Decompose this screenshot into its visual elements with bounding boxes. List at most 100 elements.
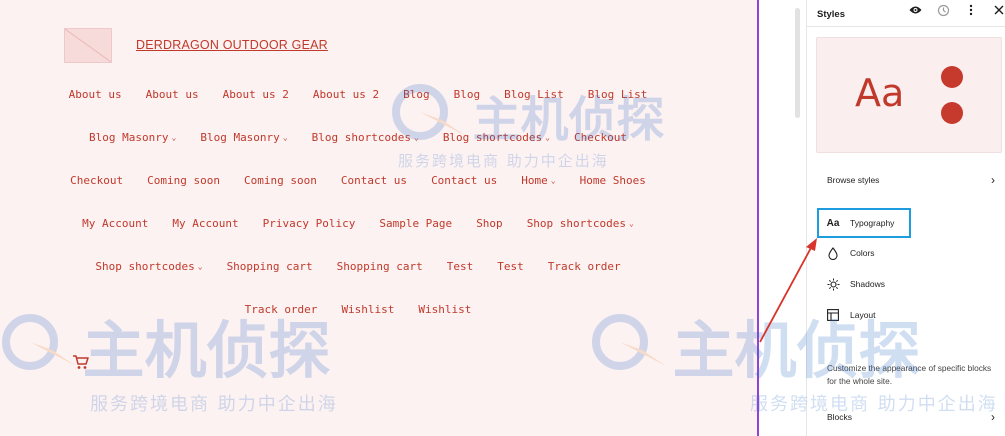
nav-item[interactable]: About us bbox=[146, 84, 199, 106]
nav-item[interactable]: Coming soon bbox=[147, 170, 220, 192]
nav-item-label: About us 2 bbox=[312, 88, 380, 101]
nav-item-label: Blog Masonry bbox=[200, 131, 280, 144]
nav-item-label: Blog bbox=[403, 88, 430, 101]
shadows-icon bbox=[826, 277, 840, 291]
panel-header-actions bbox=[908, 3, 1005, 17]
menu-item-label: Colors bbox=[850, 248, 875, 258]
customize-description: Customize the appearance of specific blo… bbox=[827, 363, 992, 386]
nav-item[interactable]: Test bbox=[497, 256, 524, 278]
colors-icon bbox=[826, 246, 840, 260]
nav-item-label: Checkout bbox=[573, 131, 627, 144]
nav-item[interactable]: Blog shortcodes ⌄ bbox=[443, 127, 550, 149]
nav-item-label: Shop bbox=[476, 217, 503, 230]
site-navigation: About us About us About us 2 About us 2 Blog… bbox=[60, 84, 656, 321]
nav-item[interactable]: My Account bbox=[172, 213, 238, 235]
nav-item[interactable]: Blog shortcodes ⌄ bbox=[312, 127, 419, 149]
chevron-down-icon: ⌄ bbox=[171, 133, 177, 142]
nav-item[interactable]: Blog Masonry ⌄ bbox=[200, 127, 287, 149]
nav-item-label: Home bbox=[521, 174, 548, 187]
menu-item-label: Typography bbox=[850, 218, 895, 228]
menu-item-layout[interactable]: Layout bbox=[826, 304, 876, 326]
nav-item[interactable]: Wishlist bbox=[418, 299, 471, 321]
nav-item[interactable]: Home Shoes bbox=[580, 170, 646, 192]
nav-item[interactable]: Wishlist bbox=[341, 299, 394, 321]
nav-item[interactable]: Privacy Policy bbox=[263, 213, 356, 235]
nav-item-label: Coming soon bbox=[243, 174, 317, 187]
browse-styles-button[interactable]: Browse styles › bbox=[817, 168, 995, 192]
nav-item-label: Blog shortcodes bbox=[442, 131, 543, 144]
nav-item-label: Blog List bbox=[504, 88, 564, 101]
nav-item-label: Shop shortcodes bbox=[95, 260, 195, 273]
nav-item-label: Wishlist bbox=[418, 303, 472, 316]
nav-item-label: Blog List bbox=[587, 88, 648, 101]
close-icon[interactable] bbox=[992, 3, 1005, 17]
site-logo-placeholder[interactable] bbox=[64, 28, 112, 63]
eye-icon[interactable] bbox=[908, 3, 922, 17]
nav-item[interactable]: Sample Page bbox=[379, 213, 452, 235]
chevron-right-icon: › bbox=[991, 410, 995, 424]
nav-item-label: Contact us bbox=[340, 174, 408, 187]
menu-item-colors[interactable]: Colors bbox=[826, 242, 875, 264]
chevron-down-icon: ⌄ bbox=[545, 133, 550, 142]
menu-item-label: Layout bbox=[850, 310, 876, 320]
nav-item-label: Privacy Policy bbox=[262, 217, 356, 230]
nav-item[interactable]: Shop shortcodes ⌄ bbox=[527, 213, 634, 235]
chevron-down-icon: ⌄ bbox=[629, 219, 634, 228]
watermark-small-text: 服务跨境电商 助力中企出海 bbox=[90, 394, 338, 415]
site-title-link[interactable]: DERDRAGON OUTDOOR GEAR bbox=[136, 38, 328, 52]
nav-item-label: My Account bbox=[82, 217, 149, 230]
menu-item-typography[interactable]: Aa Typography bbox=[826, 212, 895, 234]
nav-item[interactable]: Checkout bbox=[574, 127, 627, 149]
menu-item-shadows[interactable]: Shadows bbox=[826, 273, 885, 295]
nav-item[interactable]: Blog List bbox=[588, 84, 648, 106]
browse-styles-label: Browse styles bbox=[827, 175, 880, 185]
header-divider bbox=[806, 26, 1005, 27]
nav-item-label: Contact us bbox=[431, 174, 498, 187]
chevron-right-icon: › bbox=[991, 173, 995, 187]
chevron-down-icon: ⌄ bbox=[413, 133, 419, 142]
revisions-icon[interactable] bbox=[936, 3, 950, 17]
preview-typography-sample: Aa bbox=[855, 71, 905, 115]
chevron-down-icon: ⌄ bbox=[197, 262, 203, 271]
nav-item[interactable]: Shop bbox=[476, 213, 503, 235]
nav-item[interactable]: Shop shortcodes ⌄ bbox=[95, 256, 202, 278]
nav-item-label: Shopping cart bbox=[226, 260, 313, 273]
nav-item[interactable]: Contact us bbox=[341, 170, 407, 192]
nav-item-label: Test bbox=[446, 260, 474, 273]
nav-item-label: Coming soon bbox=[147, 174, 220, 187]
nav-item-label: Sample Page bbox=[379, 217, 453, 230]
nav-item-label: Blog shortcodes bbox=[311, 131, 411, 144]
nav-item[interactable]: Contact us bbox=[431, 170, 497, 192]
nav-item[interactable]: Test bbox=[447, 256, 474, 278]
canvas-scrollbar[interactable] bbox=[795, 8, 800, 118]
nav-item[interactable]: Blog bbox=[403, 84, 430, 106]
nav-item[interactable]: Track order bbox=[245, 299, 318, 321]
nav-item-label: Test bbox=[497, 260, 524, 273]
nav-item[interactable]: Home ⌄ bbox=[521, 170, 555, 192]
chevron-down-icon: ⌄ bbox=[282, 133, 288, 142]
nav-item-label: Home Shoes bbox=[579, 174, 646, 187]
nav-item[interactable]: My Account bbox=[82, 213, 148, 235]
nav-item[interactable]: About us bbox=[69, 84, 122, 106]
site-canvas[interactable]: DERDRAGON OUTDOOR GEAR About us About us A… bbox=[0, 0, 758, 436]
nav-item-label: About us bbox=[68, 88, 122, 101]
blocks-button[interactable]: Blocks › bbox=[817, 406, 995, 428]
nav-item-label: Blog Masonry bbox=[89, 131, 169, 144]
nav-item[interactable]: About us 2 bbox=[313, 84, 379, 106]
nav-item-label: About us bbox=[145, 88, 199, 101]
nav-item[interactable]: Shopping cart bbox=[227, 256, 313, 278]
style-preview-card[interactable]: Aa bbox=[816, 37, 1002, 153]
nav-item[interactable]: Blog List bbox=[504, 84, 564, 106]
nav-item[interactable]: Coming soon bbox=[244, 170, 317, 192]
nav-item[interactable]: Checkout bbox=[70, 170, 123, 192]
nav-item[interactable]: Blog Masonry ⌄ bbox=[89, 127, 176, 149]
nav-item[interactable]: Shopping cart bbox=[337, 256, 423, 278]
preview-color-swatch bbox=[941, 102, 963, 124]
nav-item-label: Blog bbox=[453, 88, 481, 101]
layout-icon bbox=[826, 308, 840, 322]
more-options-icon[interactable] bbox=[964, 3, 978, 17]
nav-item[interactable]: Blog bbox=[454, 84, 481, 106]
nav-item[interactable]: About us 2 bbox=[223, 84, 289, 106]
cart-icon[interactable] bbox=[72, 354, 90, 370]
nav-item[interactable]: Track order bbox=[548, 256, 621, 278]
